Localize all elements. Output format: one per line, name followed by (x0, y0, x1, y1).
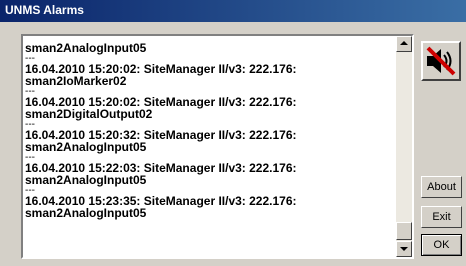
alarm-line: sman2DigitalOutput02 (25, 107, 153, 121)
alarm-list[interactable]: sman2AnalogInput05 --- 16.04.2010 15:20:02… (21, 34, 414, 259)
about-button[interactable]: About (421, 176, 462, 198)
alarm-line: sman2IoMarker02 (25, 74, 127, 88)
window-title: UNMS Alarms (5, 3, 84, 17)
alarm-line: sman2AnalogInput05 (25, 41, 147, 55)
alarm-list-content: sman2AnalogInput05 --- 16.04.2010 15:20:02… (25, 42, 395, 219)
arrow-up-icon (400, 41, 408, 45)
mute-button[interactable] (421, 41, 461, 81)
title-bar[interactable]: UNMS Alarms (0, 0, 466, 22)
scroll-up-button[interactable] (396, 36, 412, 52)
alarm-line: sman2AnalogInput05 (25, 173, 147, 187)
alarm-line: sman2AnalogInput05 (25, 140, 147, 154)
alarm-window: UNMS Alarms sman2AnalogInput05 --- 16.04.2… (0, 0, 466, 266)
alarm-line: sman2AnalogInput05 (25, 206, 147, 220)
vertical-scrollbar[interactable] (396, 36, 412, 257)
ok-button[interactable]: OK (421, 234, 462, 256)
speaker-muted-icon (426, 46, 456, 76)
scroll-down-button[interactable] (396, 241, 412, 257)
arrow-down-icon (400, 247, 408, 251)
exit-button[interactable]: Exit (421, 206, 462, 228)
scrollbar-thumb[interactable] (396, 222, 412, 240)
